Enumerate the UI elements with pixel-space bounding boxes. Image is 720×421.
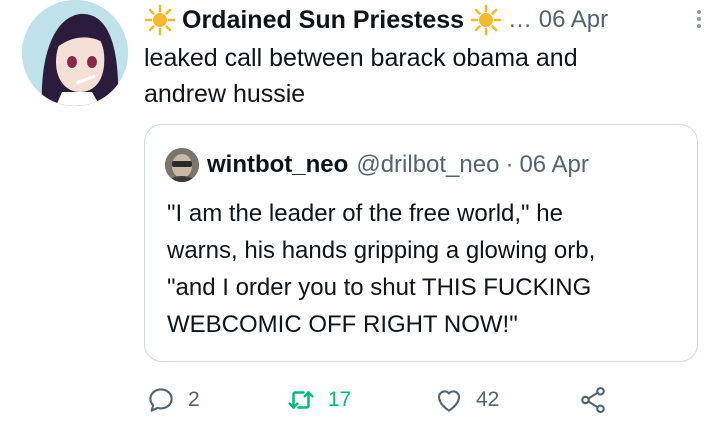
tweet-text-line: leaked call between barack obama and — [144, 44, 578, 72]
like-count: 42 — [476, 388, 500, 411]
quoted-timestamp[interactable]: 06 Apr — [519, 151, 588, 179]
action-bar: 2 17 42 — [146, 382, 616, 418]
heart-icon — [437, 390, 461, 412]
avatar[interactable] — [22, 0, 128, 106]
quoted-text-line: WEBCOMIC OFF RIGHT NOW!" — [167, 311, 518, 338]
quoted-tweet[interactable]: wintbot_neo @drilbot_neo · 06 Apr "I am … — [144, 124, 698, 362]
retweet-button[interactable]: 17 — [286, 382, 351, 418]
share-button[interactable] — [578, 382, 620, 418]
display-name[interactable]: Ordained Sun Priestess — [182, 6, 464, 35]
quoted-display-name[interactable]: wintbot_neo — [207, 151, 348, 179]
separator-dot: · — [505, 151, 514, 178]
retweet-count: 17 — [328, 388, 352, 411]
tweet-header: Ordained Sun Priestess … 06 Apr — [144, 3, 706, 37]
quoted-avatar — [165, 148, 199, 182]
quoted-tweet-header: wintbot_neo @drilbot_neo · 06 Apr — [165, 147, 589, 183]
tweet[interactable]: Ordained Sun Priestess … 06 Apr leaked c… — [0, 0, 720, 421]
quoted-handle[interactable]: @drilbot_neo — [356, 151, 499, 179]
reply-count: 2 — [188, 388, 200, 411]
quoted-avatar-image — [165, 148, 199, 182]
quoted-text-line: "I am the leader of the free world," he — [167, 200, 563, 227]
quoted-tweet-text: "I am the leader of the free world," he … — [167, 195, 687, 343]
more-vertical-icon[interactable] — [692, 7, 706, 33]
like-button[interactable]: 42 — [434, 382, 499, 418]
quoted-text-line: warns, his hands gripping a glowing orb, — [167, 237, 596, 264]
avatar-image — [22, 0, 128, 106]
tweet-text-line: andrew hussie — [144, 80, 306, 108]
sun-icon — [470, 4, 502, 36]
sun-icon — [144, 4, 176, 36]
reply-icon — [149, 388, 173, 412]
retweet-icon — [288, 391, 314, 409]
tweet-text: leaked call between barack obama and and… — [144, 40, 704, 112]
share-icon — [581, 386, 605, 414]
tweet-timestamp[interactable]: … 06 Apr — [508, 6, 608, 34]
quoted-text-line: "and I order you to shut THIS FUCKING — [167, 274, 592, 301]
reply-button[interactable]: 2 — [146, 382, 200, 418]
